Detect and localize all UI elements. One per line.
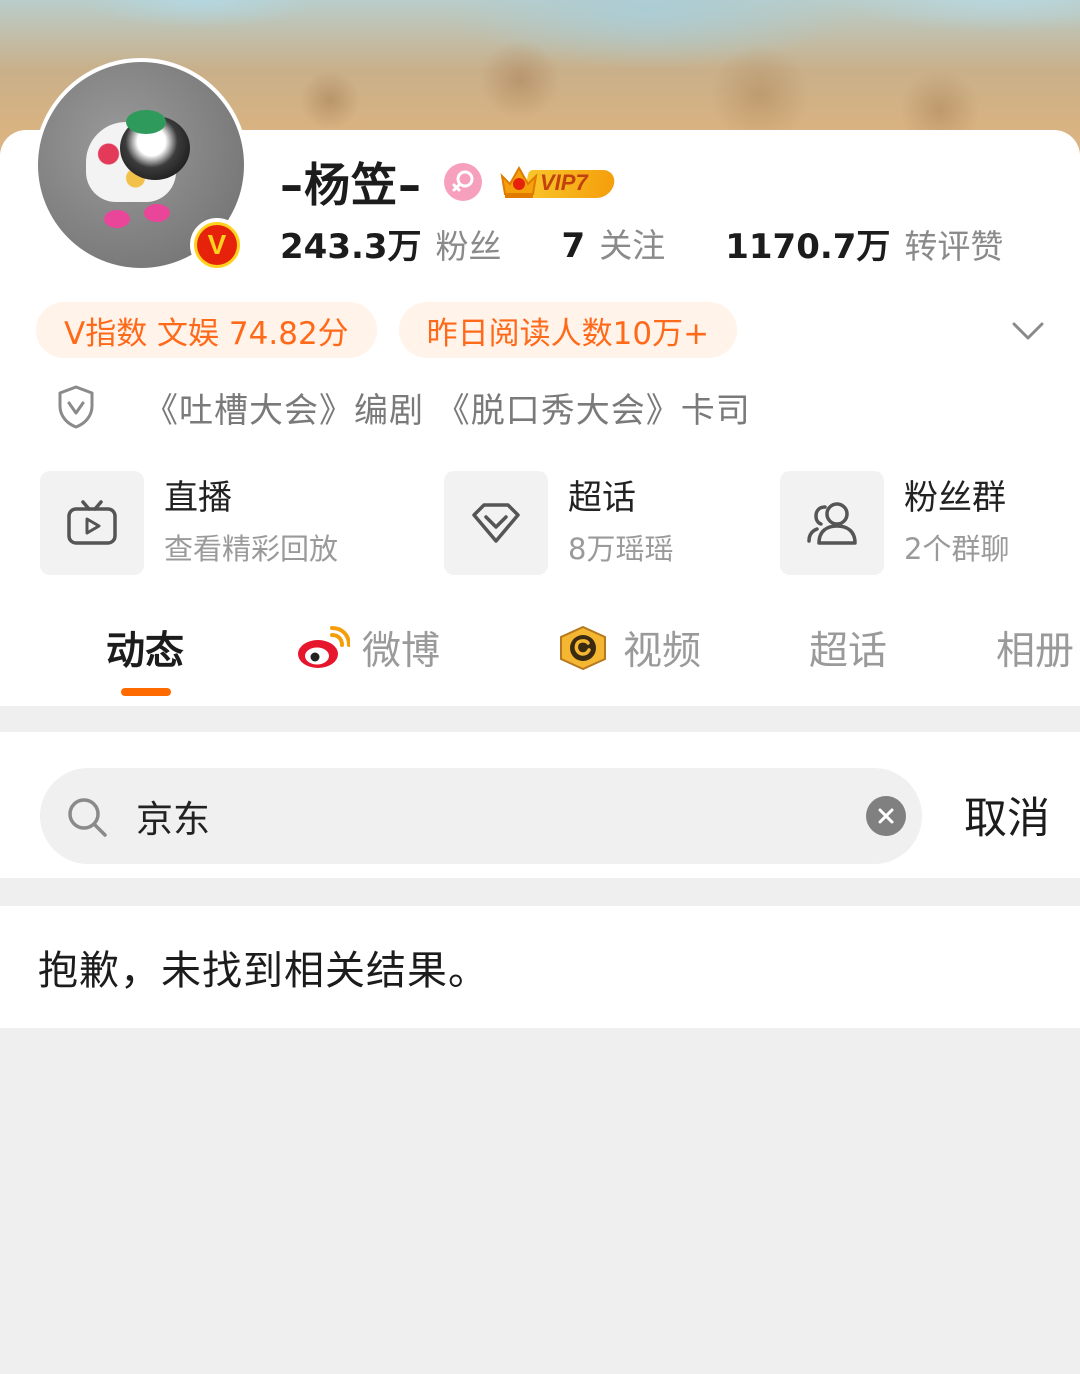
stat-value: 243.3万 bbox=[280, 226, 422, 267]
shield-icon bbox=[58, 385, 94, 429]
feature-subtitle: 8万瑶瑶 bbox=[568, 532, 674, 566]
search-box[interactable] bbox=[40, 768, 922, 864]
empty-result-message: 抱歉，未找到相关结果。 bbox=[38, 948, 489, 994]
video-badge-icon bbox=[560, 625, 606, 671]
chevron-down-icon[interactable] bbox=[1008, 312, 1048, 348]
weibo-icon bbox=[298, 626, 350, 668]
stat-label: 转评赞 bbox=[904, 226, 1004, 266]
profile-tabs: 动态 微博 视频 超话 相册 bbox=[0, 600, 1080, 704]
tag-readers-yesterday[interactable]: 昨日阅读人数10万+ bbox=[398, 302, 738, 358]
feature-icon-box bbox=[444, 471, 548, 575]
tab-label: 相册 bbox=[996, 629, 1075, 674]
female-icon bbox=[444, 163, 482, 201]
feature-shortcuts: 直播 查看精彩回放 超话 8万瑶瑶 粉丝群 2个群聊 bbox=[0, 470, 1080, 576]
verified-badge-mark: V bbox=[197, 225, 237, 265]
feature-title: 直播 bbox=[164, 478, 232, 518]
tab-album[interactable]: 相册 bbox=[996, 618, 1074, 678]
tab-active-indicator bbox=[121, 688, 171, 696]
stats-row: 243.3万 粉丝 7 关注 1170.7万 转评赞 bbox=[280, 218, 1063, 268]
feature-subtitle: 查看精彩回放 bbox=[164, 532, 339, 566]
search-input[interactable] bbox=[136, 786, 836, 846]
search-icon bbox=[68, 798, 107, 837]
feature-super-topic[interactable]: 超话 8万瑶瑶 bbox=[444, 470, 673, 576]
tab-super-topic[interactable]: 超话 bbox=[809, 618, 887, 678]
avatar-dog-paw bbox=[104, 210, 130, 228]
feature-icon-box bbox=[40, 471, 144, 575]
cancel-button[interactable]: 取消 bbox=[964, 784, 1050, 846]
stat-value: 7 bbox=[561, 226, 586, 266]
feature-title: 超话 bbox=[568, 478, 636, 518]
feature-fan-groups[interactable]: 粉丝群 2个群聊 bbox=[780, 470, 1009, 576]
tab-video[interactable]: 视频 bbox=[555, 618, 701, 678]
stat-label: 粉丝 bbox=[435, 226, 502, 266]
tv-play-icon bbox=[67, 500, 117, 545]
stat-value: 1170.7万 bbox=[725, 226, 891, 267]
tab-label: 微博 bbox=[362, 629, 441, 674]
tab-label: 动态 bbox=[106, 629, 185, 674]
verification-text: 《吐槽大会》编剧 《脱口秀大会》卡司 bbox=[144, 390, 751, 431]
name-row: –杨笠– VIP7 bbox=[280, 150, 617, 214]
tab-label: 视频 bbox=[623, 629, 702, 674]
clear-icon[interactable] bbox=[866, 796, 906, 836]
tab-weibo[interactable]: 微博 bbox=[296, 618, 440, 678]
tag-v-index[interactable]: V指数 文娱 74.82分 bbox=[36, 302, 377, 358]
avatar-dog-paw bbox=[144, 204, 170, 222]
vip-badge[interactable]: VIP7 bbox=[498, 162, 617, 202]
stat-following[interactable]: 7 关注 bbox=[562, 219, 666, 267]
verification-row: 《吐槽大会》编剧 《脱口秀大会》卡司 bbox=[56, 380, 751, 434]
crown-icon bbox=[500, 165, 538, 198]
tags-row: V指数 文娱 74.82分 昨日阅读人数10万+ bbox=[36, 302, 759, 358]
diamond-icon bbox=[472, 503, 520, 543]
stat-fans[interactable]: 243.3万 粉丝 bbox=[280, 219, 502, 268]
feature-live[interactable]: 直播 查看精彩回放 bbox=[40, 470, 338, 576]
tab-label: 超话 bbox=[809, 629, 888, 674]
stat-label: 关注 bbox=[599, 226, 666, 265]
feature-icon-box bbox=[780, 471, 884, 575]
group-icon bbox=[807, 502, 857, 545]
search-bar-section: 取消 bbox=[0, 732, 1080, 878]
nickname: –杨笠– bbox=[280, 158, 422, 212]
avatar-dog-tuft bbox=[126, 110, 166, 134]
tab-feed[interactable]: 动态 bbox=[106, 618, 184, 678]
search-results: 抱歉，未找到相关结果。 bbox=[0, 906, 1080, 1028]
verified-badge-icon: V bbox=[190, 218, 244, 272]
feature-subtitle: 2个群聊 bbox=[904, 532, 1010, 566]
feature-title: 粉丝群 bbox=[904, 478, 1006, 518]
stat-reposts-comments-likes[interactable]: 1170.7万 转评赞 bbox=[725, 219, 1003, 268]
vip-label: VIP7 bbox=[540, 170, 588, 195]
